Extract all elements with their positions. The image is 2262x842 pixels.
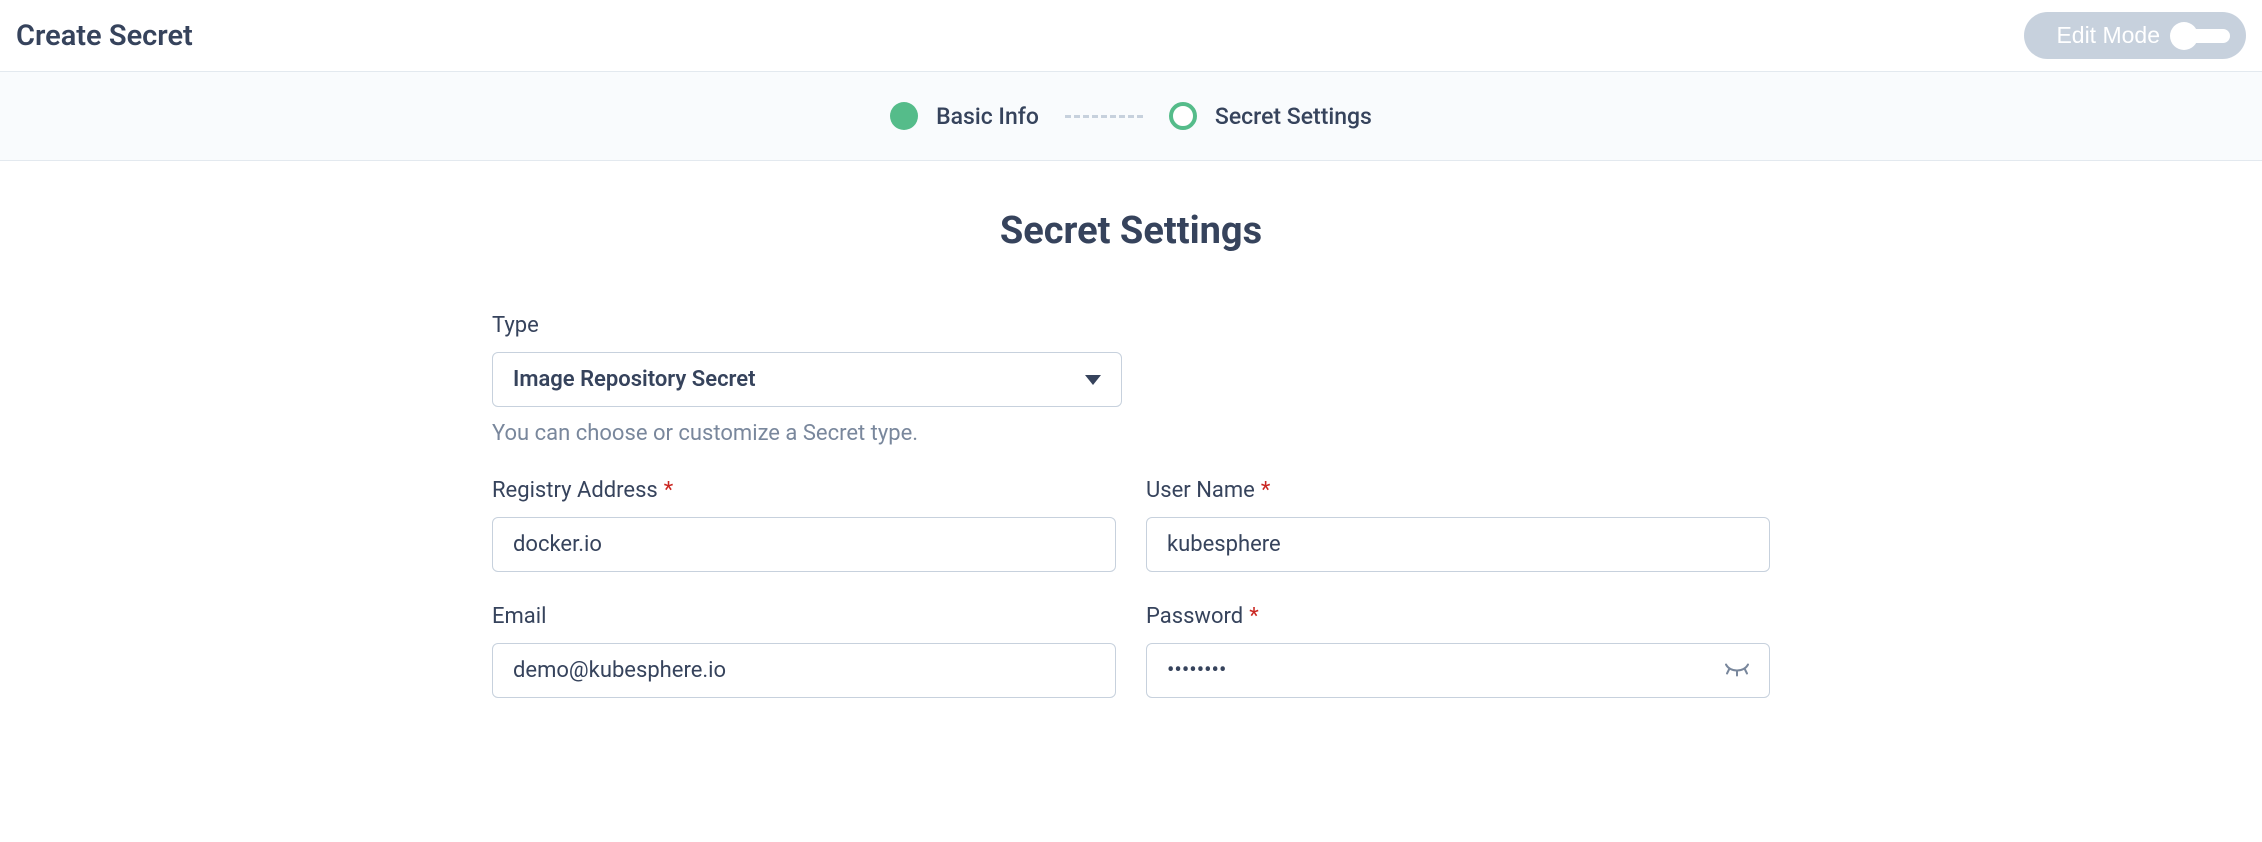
chevron-down-icon [1085,375,1101,385]
eye-closed-icon[interactable] [1724,661,1750,680]
password-wrapper [1146,643,1770,698]
step-divider [1065,115,1143,118]
username-label: User Name* [1146,478,1770,503]
type-select[interactable]: Image Repository Secret [492,352,1122,407]
step-label: Secret Settings [1215,103,1372,130]
field-password: Password* [1146,604,1770,698]
email-label: Email [492,604,1116,629]
step-basic-info[interactable]: Basic Info [890,102,1039,130]
header: Create Secret Edit Mode [0,0,2262,72]
field-registry-address: Registry Address* [492,478,1116,572]
steps-bar: Basic Info Secret Settings [0,72,2262,161]
page-title: Create Secret [16,19,193,53]
password-label: Password* [1146,604,1770,629]
type-label: Type [492,313,1770,338]
step-label: Basic Info [936,103,1039,130]
required-star-icon: * [664,478,673,503]
toggle-track [2176,29,2230,43]
required-star-icon: * [1261,478,1270,503]
field-username: User Name* [1146,478,1770,572]
required-star-icon: * [1249,604,1258,629]
form-row-2: Email Password* [492,604,1770,698]
step-dot-completed-icon [890,102,918,130]
type-help-text: You can choose or customize a Secret typ… [492,421,1770,446]
edit-mode-label: Edit Mode [2056,22,2160,49]
section-title: Secret Settings [0,209,2262,253]
step-secret-settings[interactable]: Secret Settings [1169,102,1372,130]
edit-mode-toggle[interactable]: Edit Mode [2024,12,2246,59]
field-type: Type Image Repository Secret You can cho… [492,313,1770,446]
field-email: Email [492,604,1116,698]
form-container: Type Image Repository Secret You can cho… [484,313,1778,698]
step-dot-current-icon [1169,102,1197,130]
username-input[interactable] [1146,517,1770,572]
form-row-1: Registry Address* User Name* [492,478,1770,572]
email-input[interactable] [492,643,1116,698]
type-selected-value: Image Repository Secret [513,367,756,392]
registry-label: Registry Address* [492,478,1116,503]
main-content: Secret Settings Type Image Repository Se… [0,161,2262,746]
toggle-knob [2170,22,2198,50]
password-input[interactable] [1146,643,1770,698]
registry-address-input[interactable] [492,517,1116,572]
